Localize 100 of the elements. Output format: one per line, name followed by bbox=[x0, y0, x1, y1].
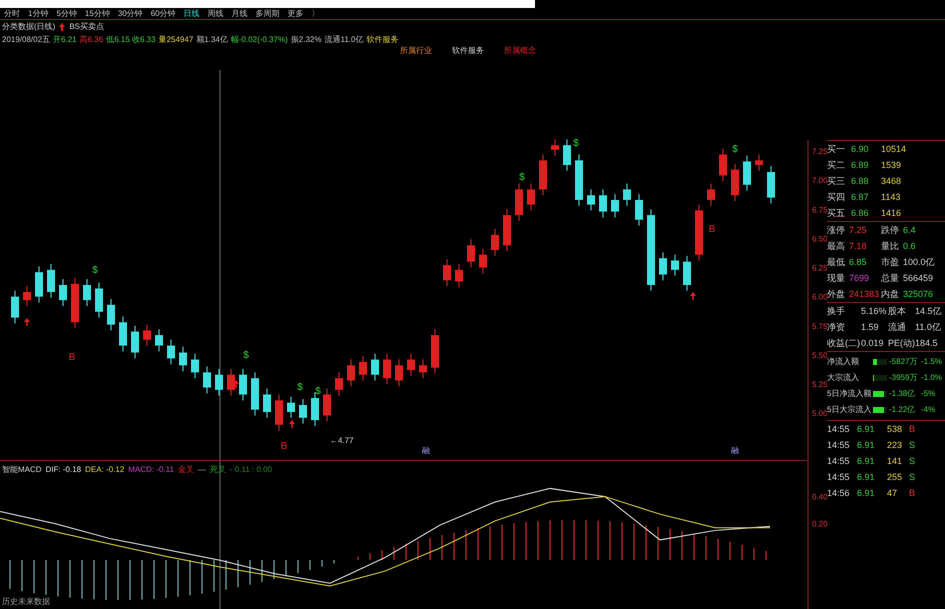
info-tag[interactable]: 软件服务 bbox=[452, 46, 484, 55]
flow-amount: -5827万 bbox=[889, 356, 918, 368]
stat-value: 6.4 bbox=[903, 224, 917, 237]
candle bbox=[419, 359, 427, 379]
period-tab[interactable]: 60分钟 bbox=[150, 8, 176, 18]
info-tag[interactable]: 所属概念 bbox=[504, 46, 536, 55]
candle bbox=[479, 248, 487, 274]
info-tag[interactable]: 所属行业 bbox=[400, 46, 432, 55]
candle bbox=[227, 368, 235, 396]
candle bbox=[575, 154, 583, 206]
ratio-value: 5.16% bbox=[861, 305, 888, 318]
indicator-name: BS买卖点 bbox=[69, 21, 104, 33]
candle bbox=[599, 188, 607, 218]
stat-label: 现量 bbox=[827, 272, 846, 285]
price-axis-label: 7.00 bbox=[812, 176, 827, 186]
tick-price: 6.91 bbox=[857, 471, 876, 484]
period-tab[interactable]: 月线 bbox=[232, 8, 248, 18]
sell-signal: $ bbox=[519, 172, 525, 183]
candle bbox=[23, 286, 31, 306]
stat-value: 7699 bbox=[849, 272, 870, 285]
order-label: 买四 bbox=[827, 191, 846, 204]
order-volume: 10514 bbox=[881, 143, 908, 156]
stat-label: 最高 bbox=[827, 240, 846, 253]
sell-signal: $ bbox=[315, 386, 321, 397]
candle bbox=[503, 208, 511, 252]
candle bbox=[335, 372, 343, 396]
period-tab[interactable]: 5分钟 bbox=[56, 8, 77, 18]
ratio-value: 0.019 bbox=[861, 337, 885, 350]
quote-value: 额1.34亿 bbox=[196, 34, 228, 46]
period-tab[interactable]: 分时 bbox=[4, 8, 20, 18]
quote-value: 振2.32% bbox=[290, 34, 322, 46]
candle bbox=[587, 188, 595, 211]
period-tab[interactable]: 30分钟 bbox=[118, 8, 143, 18]
macd-value: DIF: -0.18 bbox=[46, 465, 82, 475]
period-tab[interactable]: 多周期 bbox=[256, 8, 280, 18]
candle bbox=[239, 368, 247, 401]
stat-value: 7.25 bbox=[849, 224, 868, 237]
period-tab[interactable]: 周线 bbox=[208, 8, 224, 18]
order-label: 买三 bbox=[827, 175, 846, 188]
candle bbox=[539, 154, 547, 196]
candle bbox=[287, 396, 295, 418]
quote-value: 高6.36 bbox=[80, 34, 104, 46]
flow-percent: -1.5% bbox=[921, 356, 943, 368]
period-tab[interactable]: 日线 bbox=[184, 8, 200, 18]
stat-value: 6.85 bbox=[849, 256, 868, 269]
order-label: 买五 bbox=[827, 207, 846, 220]
candle bbox=[659, 252, 667, 281]
flow-label: 5日大宗流入 bbox=[827, 404, 872, 416]
order-volume: 1416 bbox=[881, 207, 902, 220]
stat-label: 总量 bbox=[881, 272, 900, 285]
tick-side: B bbox=[909, 487, 916, 500]
period-tab[interactable]: 15分钟 bbox=[84, 8, 110, 18]
macd-value: MACD: -0.11 bbox=[128, 465, 174, 475]
flow-label: 大宗流入 bbox=[827, 372, 860, 384]
candle bbox=[515, 183, 523, 222]
candle bbox=[371, 353, 379, 382]
stat-label: 市盈 bbox=[881, 256, 900, 269]
candle bbox=[107, 298, 115, 331]
period-tab[interactable]: 更多 bbox=[288, 8, 304, 18]
candle bbox=[11, 290, 19, 324]
buy-signal: B bbox=[280, 441, 288, 452]
sell-signal: $ bbox=[732, 144, 738, 155]
candle bbox=[59, 278, 67, 306]
tick-volume: 538 bbox=[887, 423, 904, 436]
quote-value: 2019/08/02五 bbox=[2, 34, 50, 46]
candle bbox=[251, 372, 259, 416]
candle bbox=[275, 394, 283, 432]
stat-label: 跌停 bbox=[881, 224, 900, 237]
ratio-label: PE(动) bbox=[888, 337, 915, 350]
flow-label: 净流入额 bbox=[827, 356, 860, 368]
order-price: 6.88 bbox=[851, 175, 870, 188]
stat-label: 涨停 bbox=[827, 224, 846, 237]
margin-marker: 融 bbox=[731, 446, 739, 455]
up-arrow-icon bbox=[233, 380, 239, 388]
sell-signal: $ bbox=[92, 265, 98, 276]
ratio-value: 11.0亿 bbox=[915, 321, 942, 334]
price-axis-label: 5.50 bbox=[812, 350, 827, 360]
tick-price: 6.91 bbox=[857, 439, 876, 452]
flow-percent: -5% bbox=[921, 388, 936, 400]
quote-value: 量254947 bbox=[158, 34, 194, 46]
flow-percent: -4% bbox=[921, 404, 936, 416]
sell-signal: $ bbox=[573, 138, 579, 149]
stat-label: 内盘 bbox=[881, 288, 900, 301]
candle bbox=[347, 359, 355, 387]
candle bbox=[131, 325, 139, 359]
candle bbox=[551, 138, 559, 156]
macd-value: DEA: -0.12 bbox=[85, 465, 124, 475]
candle bbox=[683, 255, 691, 292]
candle bbox=[671, 254, 679, 276]
candle bbox=[707, 183, 715, 206]
tick-side: S bbox=[909, 455, 916, 468]
ratio-label: 收益(二) bbox=[827, 337, 861, 350]
price-axis-label: 6.75 bbox=[812, 205, 827, 214]
candle bbox=[83, 278, 91, 306]
macd-value: - 0.11 : 0.00 bbox=[230, 465, 272, 475]
flow-label: 5日净流入额 bbox=[827, 388, 872, 400]
period-tab[interactable]: 1分钟 bbox=[28, 8, 48, 18]
ratio-label: 股本 bbox=[888, 305, 907, 318]
stat-value: 325076 bbox=[903, 288, 934, 301]
candle bbox=[611, 194, 619, 218]
